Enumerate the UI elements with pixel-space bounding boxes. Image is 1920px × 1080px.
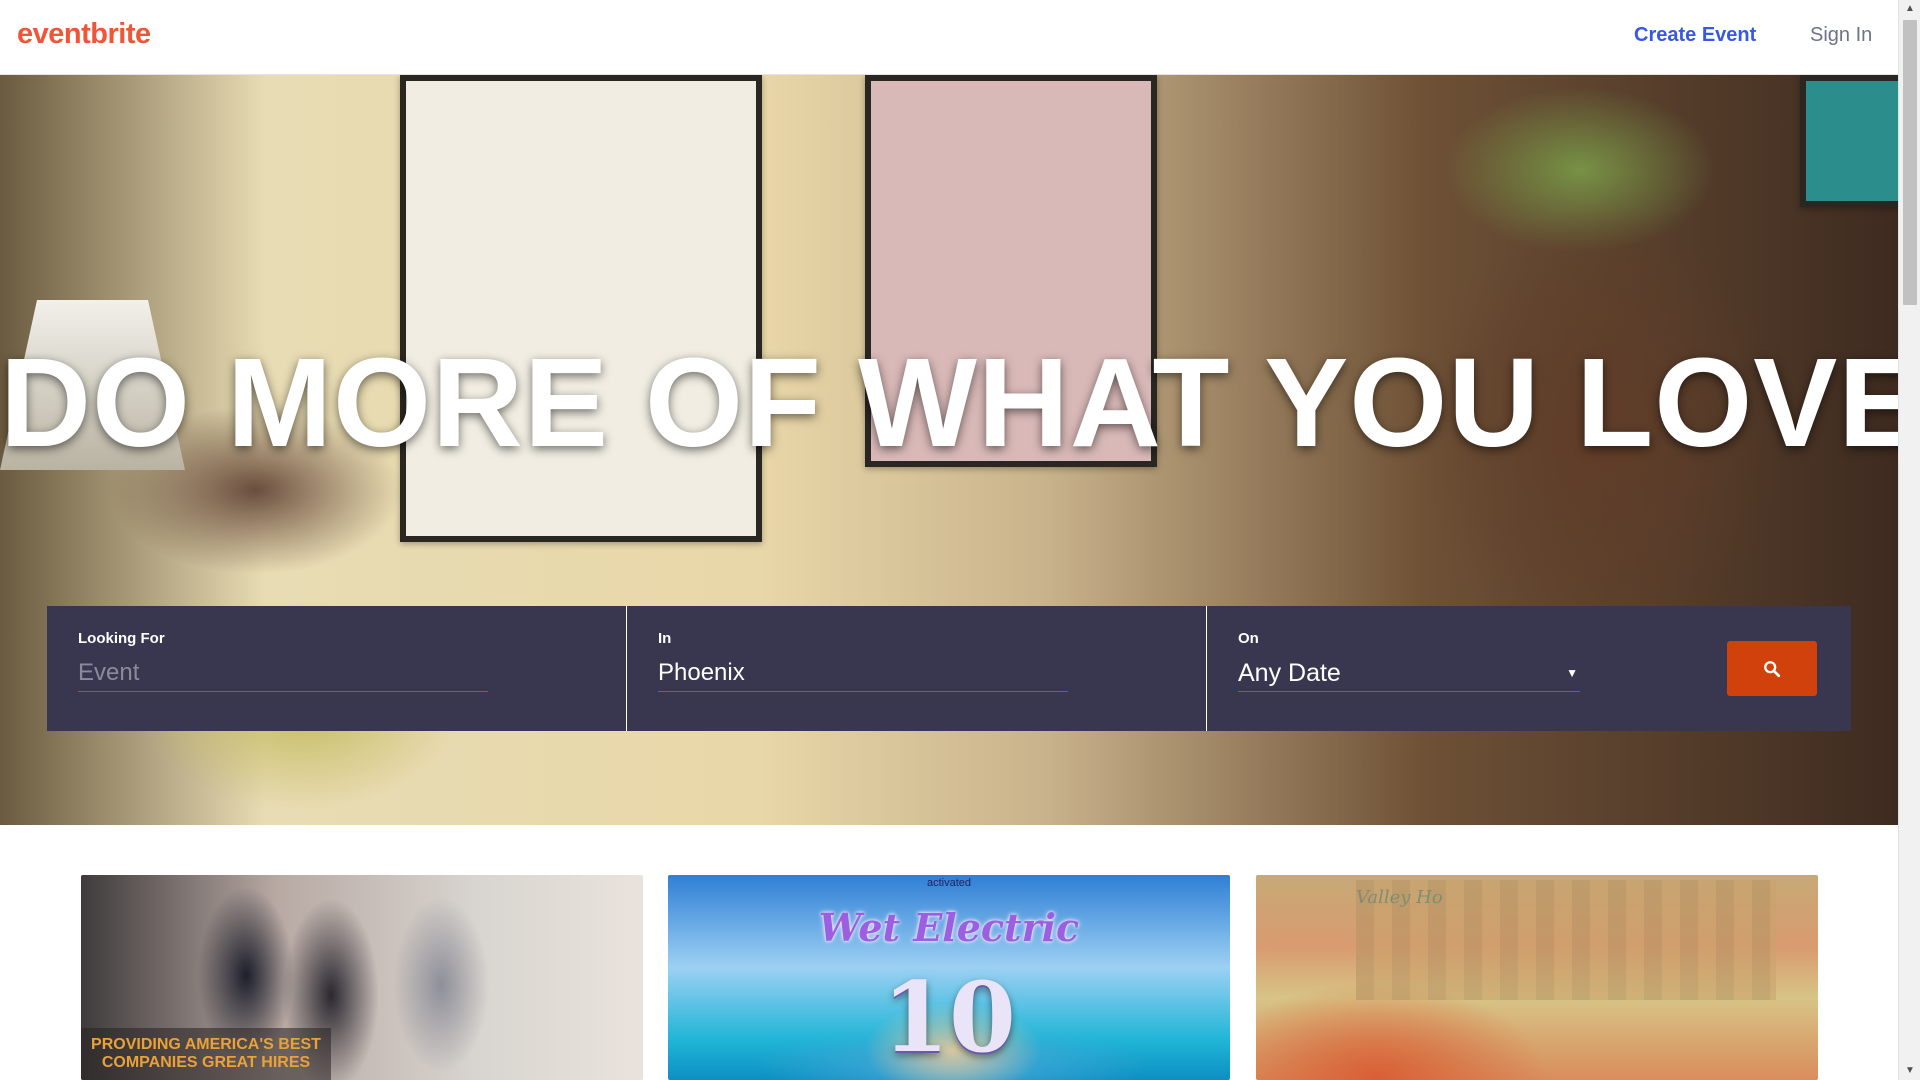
sign-in-link[interactable]: Sign In xyxy=(1810,24,1872,47)
location-input[interactable] xyxy=(658,655,1068,692)
date-label: On xyxy=(1238,630,1259,647)
scroll-down-arrow-icon[interactable]: ▼ xyxy=(1899,1062,1920,1080)
date-select[interactable]: Any Date ▼ xyxy=(1238,655,1580,692)
location-label: In xyxy=(658,630,672,647)
search-button[interactable] xyxy=(1727,641,1817,696)
top-nav: eventbrite Create Event Sign In xyxy=(0,0,1898,75)
event-card-number: 10 xyxy=(882,961,1016,1074)
featured-events: PROVIDING AMERICA'S BEST COMPANIES GREAT… xyxy=(81,875,1819,1080)
page: eventbrite Create Event Sign In DO MORE … xyxy=(0,0,1920,1080)
search-icon xyxy=(1764,660,1781,677)
event-card-sign: Valley Ho xyxy=(1356,887,1443,908)
hero-picture-frame xyxy=(1800,75,1898,207)
event-card-caption: PROVIDING AMERICA'S BEST COMPANIES GREAT… xyxy=(81,1028,331,1080)
date-select-value: Any Date xyxy=(1238,658,1341,687)
page-scrollbar[interactable]: ▲ ▼ xyxy=(1898,0,1920,1080)
scroll-up-arrow-icon[interactable]: ▲ xyxy=(1899,0,1920,18)
caret-down-icon: ▼ xyxy=(1566,666,1578,680)
event-card-brand: activated xyxy=(926,877,972,889)
search-bar: Looking For In On Any Date ▼ xyxy=(47,606,1851,731)
scroll-thumb[interactable] xyxy=(1903,20,1917,305)
eventbrite-logo[interactable]: eventbrite xyxy=(17,18,151,51)
event-card[interactable]: PROVIDING AMERICA'S BEST COMPANIES GREAT… xyxy=(81,875,643,1080)
location-field: In xyxy=(627,606,1207,731)
create-event-link[interactable]: Create Event xyxy=(1634,24,1756,47)
hero-title: DO MORE OF WHAT YOU LOVE xyxy=(0,332,1898,473)
event-card[interactable]: activated Wet Electric 10 xyxy=(668,875,1230,1080)
event-card-title: Wet Electric xyxy=(818,905,1080,950)
date-field: On Any Date ▼ xyxy=(1207,606,1851,731)
looking-for-label: Looking For xyxy=(78,630,165,647)
event-search-input[interactable] xyxy=(78,655,488,692)
looking-for-field: Looking For xyxy=(47,606,627,731)
event-card[interactable]: Valley Ho xyxy=(1256,875,1818,1080)
